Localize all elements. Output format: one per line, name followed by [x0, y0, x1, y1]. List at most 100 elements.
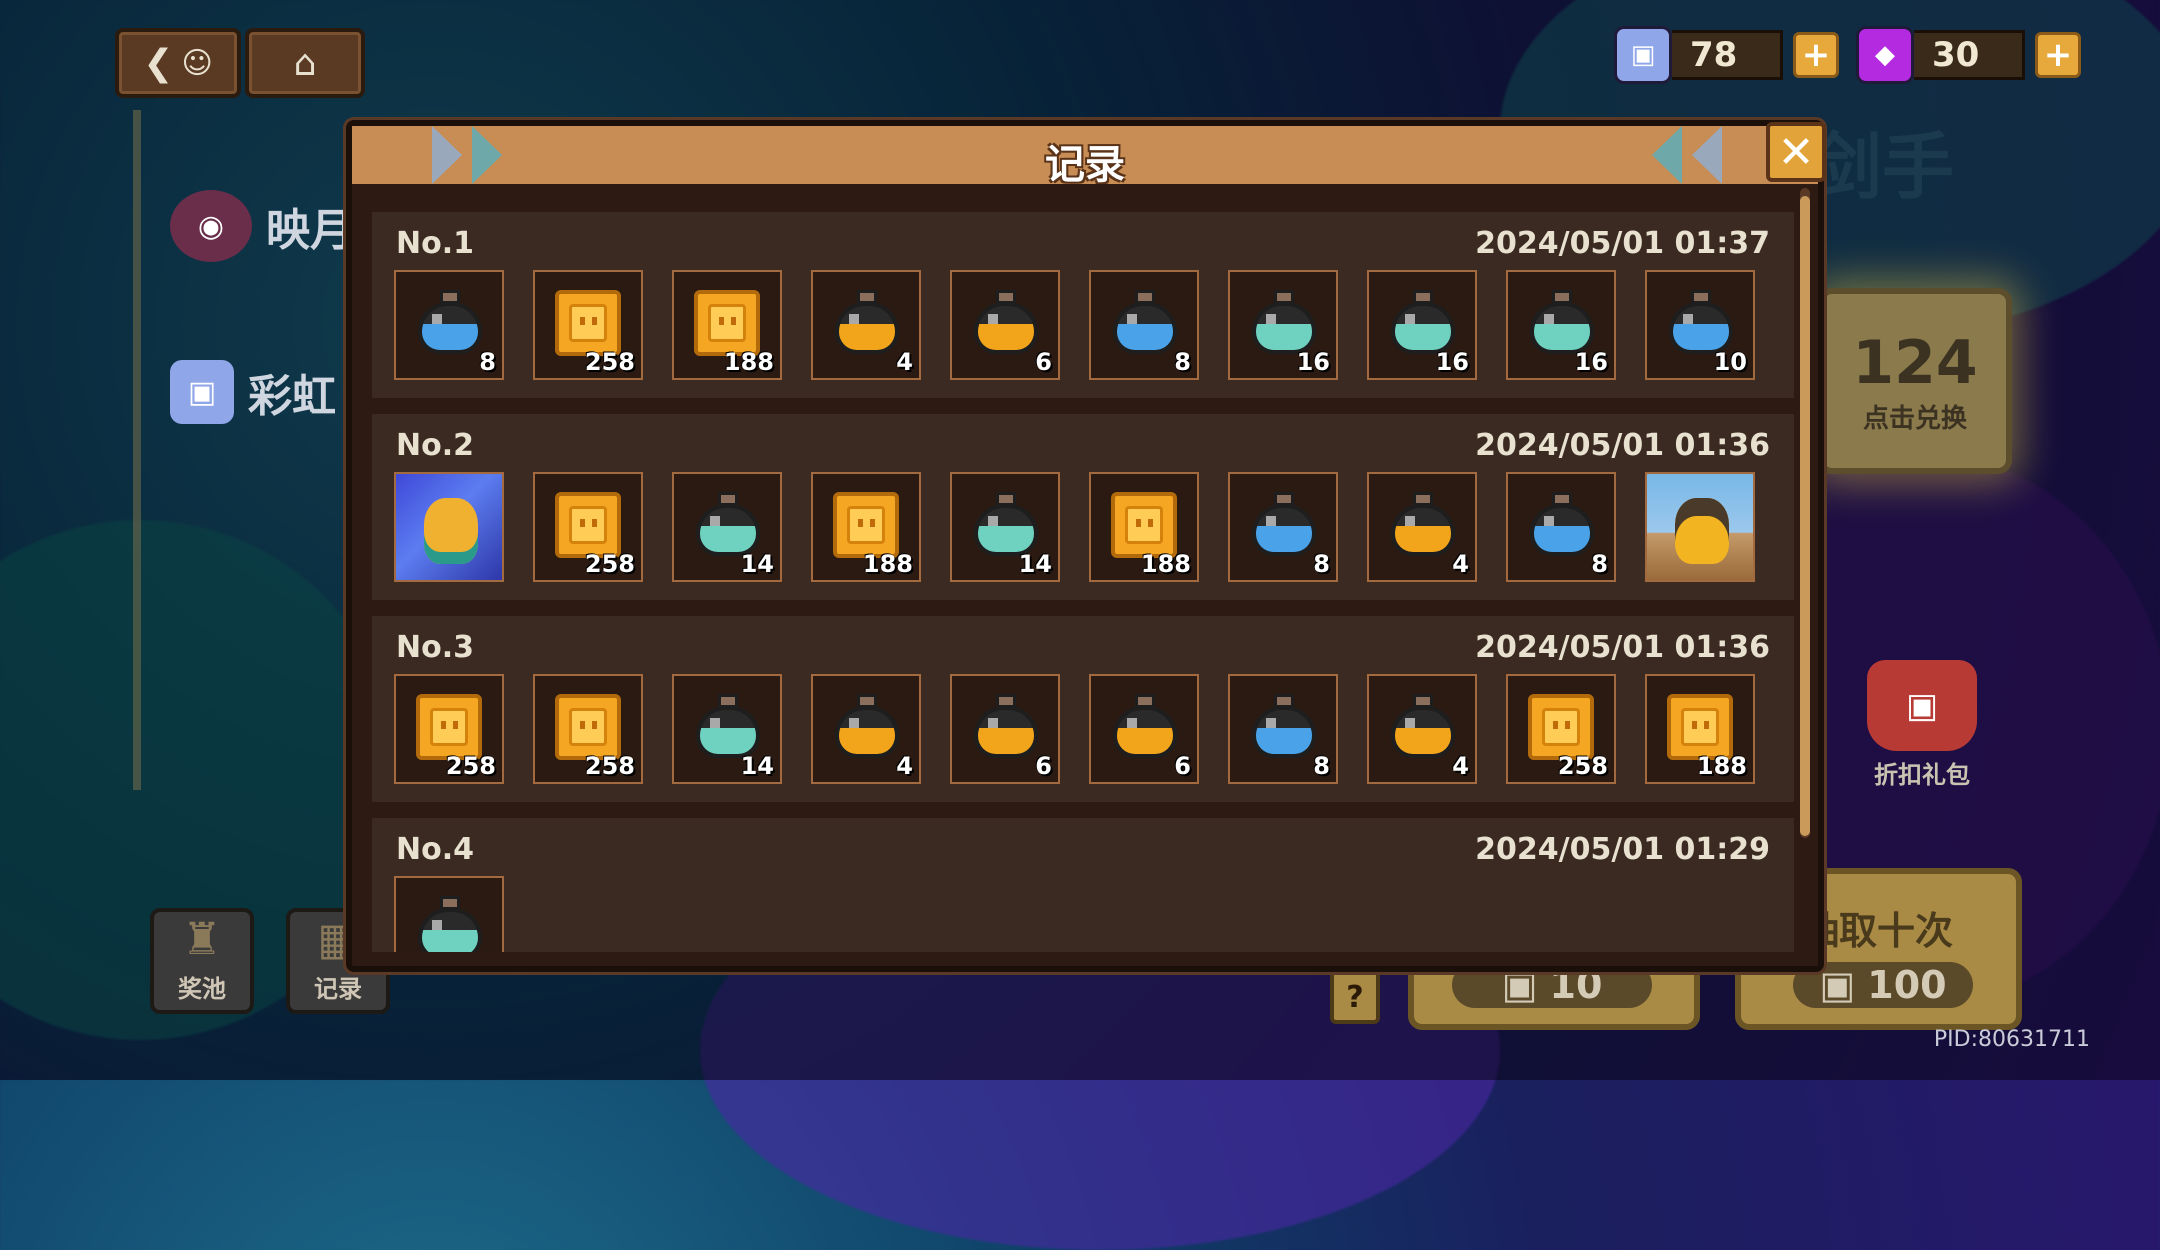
money-bag-icon: ♜: [182, 914, 222, 965]
gift-pack-button[interactable]: ▣ 折扣礼包: [1862, 660, 1982, 790]
reward-item[interactable]: 6: [1089, 674, 1199, 784]
currency-shirt: ▣ 78 +: [1614, 26, 1839, 84]
player-id: PID:80631711: [1933, 1027, 2090, 1052]
reward-item[interactable]: 8: [1089, 270, 1199, 380]
reward-item[interactable]: 258: [394, 674, 504, 784]
record-timestamp: 2024/05/01 01:37: [1475, 226, 1770, 261]
modal-header: 记录: [352, 126, 1818, 184]
exchange-count: 124: [1852, 327, 1978, 398]
gold-coin-icon: [833, 492, 899, 558]
reward-item[interactable]: 258: [1506, 674, 1616, 784]
reward-item[interactable]: 6: [950, 674, 1060, 784]
character-portrait-icon: [396, 474, 502, 580]
reward-item[interactable]: 16: [1506, 270, 1616, 380]
records-list: No.1 2024/05/01 01:37 8 258 188 4 6 8 16 16 16 10 No…: [372, 212, 1794, 952]
side-item-moon[interactable]: ◉ 映月: [170, 190, 354, 262]
gold-coin-icon: [1528, 694, 1594, 760]
item-count: 188: [862, 550, 913, 578]
record-number: No.4: [396, 832, 474, 867]
item-count: 188: [723, 348, 774, 376]
add-shirt-currency-button[interactable]: +: [1793, 32, 1839, 78]
reward-item[interactable]: 258: [533, 674, 643, 784]
side-menu-line: [133, 110, 141, 790]
close-button[interactable]: ✕: [1766, 122, 1826, 182]
exchange-button[interactable]: 124 点击兑换: [1818, 288, 2012, 474]
item-count: 16: [1296, 348, 1330, 376]
item-count: 16: [1435, 348, 1469, 376]
reward-item[interactable]: 4: [1367, 674, 1477, 784]
reward-item[interactable]: 8: [1228, 674, 1338, 784]
potion-icon: [835, 290, 899, 354]
potion-icon: [1391, 290, 1455, 354]
close-icon: ✕: [1777, 126, 1815, 178]
reward-item[interactable]: 8: [394, 270, 504, 380]
record-row: No.2 2024/05/01 01:36 258 14 188 14 188 8 4 8: [372, 414, 1794, 600]
reward-item[interactable]: 14: [950, 472, 1060, 582]
reward-item[interactable]: 6: [950, 270, 1060, 380]
potion-icon: [1113, 694, 1177, 758]
currency-gem-value: 30: [1914, 30, 2025, 80]
reward-item[interactable]: 16: [394, 876, 504, 952]
back-arrow-icon: ❮: [143, 42, 174, 84]
record-items: 258 14 188 14 188 8 4 8: [394, 472, 1755, 582]
gold-coin-icon: [555, 290, 621, 356]
prize-pool-button[interactable]: ♜ 奖池: [150, 908, 254, 1014]
reward-item[interactable]: 188: [672, 270, 782, 380]
ghost-icon: ☺: [181, 45, 213, 81]
home-button[interactable]: ⌂: [245, 28, 365, 98]
reward-item[interactable]: 16: [1228, 270, 1338, 380]
reward-item[interactable]: 188: [1645, 674, 1755, 784]
reward-item[interactable]: 4: [1367, 472, 1477, 582]
prize-pool-label: 奖池: [178, 975, 226, 1003]
currency-gem: ◆ 30 +: [1856, 26, 2081, 84]
reward-item[interactable]: 4: [811, 270, 921, 380]
side-item-rainbow[interactable]: ▣ 彩虹: [170, 360, 336, 424]
potion-icon: [1391, 694, 1455, 758]
top-nav: ❮ ☺ ⌂: [115, 28, 365, 98]
scrollbar-thumb[interactable]: [1800, 196, 1810, 836]
reward-item[interactable]: 14: [672, 472, 782, 582]
reward-item[interactable]: 8: [1506, 472, 1616, 582]
potion-icon: [696, 694, 760, 758]
item-count: 258: [1557, 752, 1608, 780]
record-timestamp: 2024/05/01 01:36: [1475, 428, 1770, 463]
reward-item[interactable]: 188: [1089, 472, 1199, 582]
gold-coin-icon: [1111, 492, 1177, 558]
records-label: 记录: [314, 975, 362, 1003]
record-items: 8 258 188 4 6 8 16 16 16 10: [394, 270, 1755, 380]
item-count: 188: [1696, 752, 1747, 780]
item-count: 258: [584, 752, 635, 780]
reward-item[interactable]: 8: [1228, 472, 1338, 582]
back-button[interactable]: ❮ ☺: [115, 28, 241, 98]
reward-item[interactable]: 16: [1367, 270, 1477, 380]
gold-coin-icon: [555, 492, 621, 558]
item-count: 4: [896, 752, 913, 780]
reward-item[interactable]: 4: [811, 674, 921, 784]
potion-icon: [974, 694, 1038, 758]
potion-icon: [1530, 290, 1594, 354]
help-button[interactable]: ?: [1330, 970, 1380, 1024]
reward-item[interactable]: 188: [811, 472, 921, 582]
item-count: 4: [1452, 550, 1469, 578]
item-count: 8: [1313, 752, 1330, 780]
item-count: 6: [1174, 752, 1191, 780]
reward-item[interactable]: [1645, 472, 1755, 582]
item-count: 6: [1035, 752, 1052, 780]
reward-item[interactable]: 10: [1645, 270, 1755, 380]
item-count: 14: [740, 752, 774, 780]
reward-item[interactable]: 258: [533, 472, 643, 582]
moon-character-icon: ◉: [170, 190, 252, 262]
item-count: 10: [1713, 348, 1747, 376]
record-row: No.1 2024/05/01 01:37 8 258 188 4 6 8 16 16 16 10: [372, 212, 1794, 398]
item-count: 258: [584, 348, 635, 376]
reward-item[interactable]: 258: [533, 270, 643, 380]
item-count: 258: [584, 550, 635, 578]
item-count: 6: [1035, 348, 1052, 376]
reward-item[interactable]: 14: [672, 674, 782, 784]
reward-item[interactable]: [394, 472, 504, 582]
item-count: 14: [1018, 550, 1052, 578]
record-timestamp: 2024/05/01 01:36: [1475, 630, 1770, 665]
gift-pack-label: 折扣礼包: [1874, 761, 1970, 789]
potion-icon: [1669, 290, 1733, 354]
add-gem-currency-button[interactable]: +: [2035, 32, 2081, 78]
